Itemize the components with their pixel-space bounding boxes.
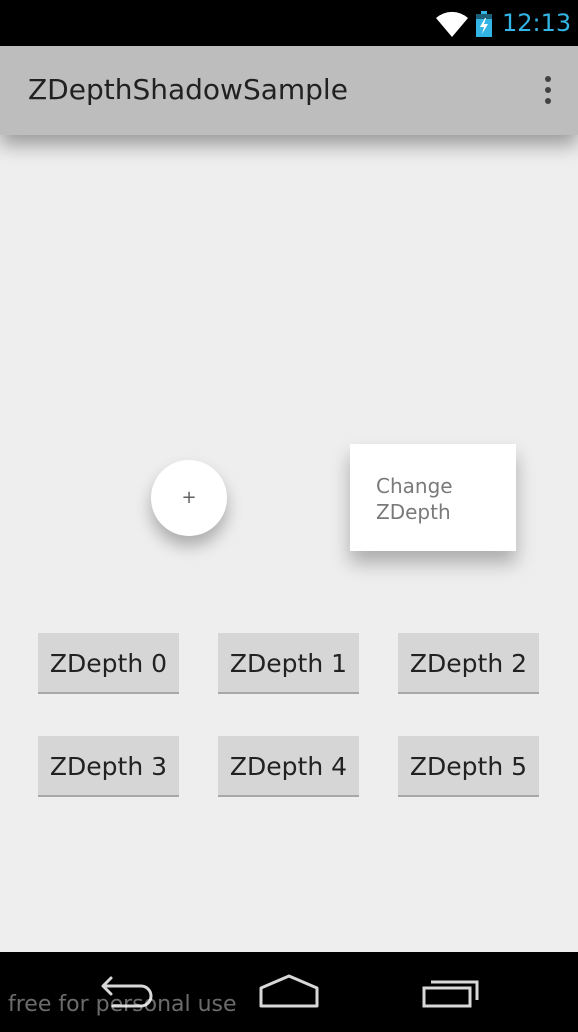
floating-action-button[interactable]: + bbox=[151, 460, 227, 536]
fab-label: + bbox=[181, 487, 197, 508]
recents-button[interactable] bbox=[411, 970, 491, 1014]
zdepth-5-button[interactable]: ZDepth 5 bbox=[398, 736, 539, 797]
change-zdepth-card[interactable]: Change ZDepth bbox=[350, 444, 516, 551]
app-title: ZDepthShadowSample bbox=[28, 73, 348, 106]
more-vert-icon[interactable] bbox=[534, 72, 562, 108]
watermark-text: free for personal use bbox=[8, 992, 237, 1017]
zdepth-2-button[interactable]: ZDepth 2 bbox=[398, 633, 539, 694]
home-button[interactable] bbox=[249, 970, 329, 1014]
battery-charging-icon bbox=[476, 11, 492, 37]
recents-icon bbox=[422, 980, 479, 1008]
device-screen: 12:13 ZDepthShadowSample + Change ZDepth… bbox=[0, 0, 578, 1032]
status-bar: 12:13 bbox=[0, 0, 578, 46]
action-bar: ZDepthShadowSample bbox=[0, 46, 578, 135]
zdepth-1-button[interactable]: ZDepth 1 bbox=[218, 633, 359, 694]
home-icon bbox=[259, 974, 319, 1008]
zdepth-0-button[interactable]: ZDepth 0 bbox=[38, 633, 179, 694]
wifi-icon bbox=[436, 11, 468, 38]
change-zdepth-label: Change ZDepth bbox=[376, 474, 453, 524]
zdepth-4-button[interactable]: ZDepth 4 bbox=[218, 736, 359, 797]
status-time: 12:13 bbox=[502, 9, 572, 37]
zdepth-3-button[interactable]: ZDepth 3 bbox=[38, 736, 179, 797]
main-content: + Change ZDepth ZDepth 0 ZDepth 1 ZDepth… bbox=[0, 135, 578, 952]
